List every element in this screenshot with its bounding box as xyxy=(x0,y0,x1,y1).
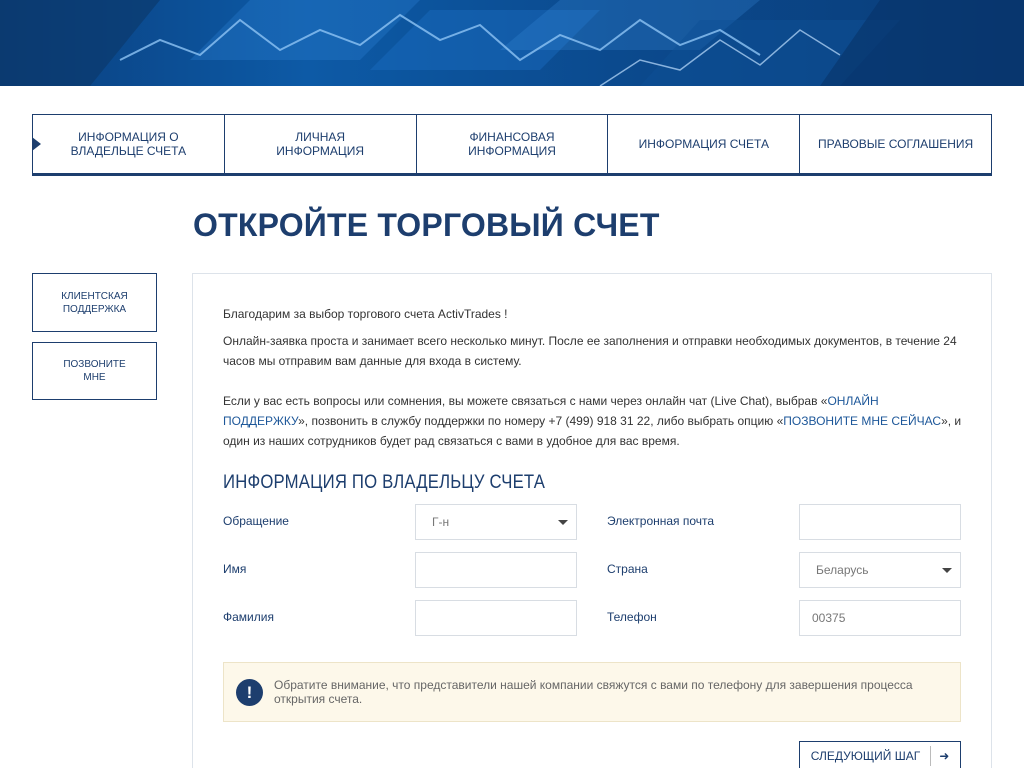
exclamation-icon: ! xyxy=(236,679,263,706)
first-name-input[interactable] xyxy=(432,553,576,587)
step-legal-agreements-label: ПРАВОВЫЕ СОГЛАШЕНИЯ xyxy=(818,137,974,151)
intro-p2-part1: Если у вас есть вопросы или сомнения, вы… xyxy=(223,394,828,408)
header-banner xyxy=(0,0,1024,86)
arrow-right-icon: ➜ xyxy=(930,746,949,766)
form-panel: Благодарим за выбор торгового счета Acti… xyxy=(192,273,992,768)
email-label: Электронная почта xyxy=(607,514,715,528)
step-account-info[interactable]: ИНФОРМАЦИЯ СЧЕТА xyxy=(608,115,801,173)
call-me-now-link[interactable]: ПОЗВОНИТЕ МНЕ СЕЙЧАС xyxy=(783,414,941,428)
country-value: Беларусь xyxy=(816,563,869,577)
step-owner-info[interactable]: ИНФОРМАЦИЯ О ВЛАДЕЛЬЦЕ СЧЕТА xyxy=(32,115,225,173)
chevron-down-icon xyxy=(942,568,952,573)
intro-p2-part2: », позвонить в службу поддержки по номер… xyxy=(298,414,784,428)
intro-thanks: Благодарим за выбор торгового счета Acti… xyxy=(223,307,508,321)
step-account-info-label: ИНФОРМАЦИЯ СЧЕТА xyxy=(638,137,769,151)
call-me-label: ПОЗВОНИТЕ МНЕ xyxy=(63,359,126,383)
first-name-label: Имя xyxy=(223,562,247,576)
step-financial-info-label: ФИНАНСОВАЯ ИНФОРМАЦИЯ xyxy=(468,130,556,158)
step-financial-info[interactable]: ФИНАНСОВАЯ ИНФОРМАЦИЯ xyxy=(417,115,609,173)
first-name-field[interactable] xyxy=(415,552,577,588)
phone-input[interactable] xyxy=(812,601,960,635)
notice-text: Обратите внимание, что представители наш… xyxy=(274,678,913,706)
next-step-button[interactable]: СЛЕДУЮЩИЙ ШАГ ➜ xyxy=(799,741,961,768)
email-input[interactable] xyxy=(816,505,960,539)
active-step-marker-icon xyxy=(32,137,41,151)
last-name-field[interactable] xyxy=(415,600,577,636)
call-me-button[interactable]: ПОЗВОНИТЕ МНЕ xyxy=(32,342,157,400)
salutation-label: Обращение xyxy=(223,514,289,528)
step-legal-agreements[interactable]: ПРАВОВЫЕ СОГЛАШЕНИЯ xyxy=(800,115,991,173)
country-select[interactable]: Беларусь xyxy=(799,552,961,588)
next-step-label: СЛЕДУЮЩИЙ ШАГ xyxy=(810,749,921,763)
salutation-select[interactable]: Г-н xyxy=(415,504,577,540)
email-field[interactable] xyxy=(799,504,961,540)
intro-paragraph-1: Онлайн-заявка проста и занимает всего не… xyxy=(223,334,957,368)
banner-graphic xyxy=(0,0,1024,86)
notice-box: ! Обратите внимание, что представители н… xyxy=(223,662,961,722)
intro-paragraph-2: Если у вас есть вопросы или сомнения, вы… xyxy=(223,391,963,451)
salutation-value: Г-н xyxy=(432,515,450,529)
page-title: ОТКРОЙТЕ ТОРГОВЫЙ СЧЕТ xyxy=(193,207,660,243)
last-name-input[interactable] xyxy=(432,601,576,635)
phone-label: Телефон xyxy=(607,610,657,624)
step-personal-info-label: ЛИЧНАЯ ИНФОРМАЦИЯ xyxy=(276,130,365,158)
section-title: ИНФОРМАЦИЯ ПО ВЛАДЕЛЬЦУ СЧЕТА xyxy=(223,472,546,493)
phone-field[interactable] xyxy=(799,600,961,636)
step-owner-info-label: ИНФОРМАЦИЯ О ВЛАДЕЛЬЦЕ СЧЕТА xyxy=(70,130,187,158)
last-name-label: Фамилия xyxy=(223,610,274,624)
client-support-button[interactable]: КЛИЕНТСКАЯ ПОДДЕРЖКА xyxy=(32,273,157,332)
country-label: Страна xyxy=(607,562,648,576)
wizard-steps: ИНФОРМАЦИЯ О ВЛАДЕЛЬЦЕ СЧЕТА ЛИЧНАЯ ИНФО… xyxy=(32,114,992,176)
chevron-down-icon xyxy=(558,520,568,525)
client-support-label: КЛИЕНТСКАЯ ПОДДЕРЖКА xyxy=(61,290,128,315)
step-personal-info[interactable]: ЛИЧНАЯ ИНФОРМАЦИЯ xyxy=(225,115,417,173)
